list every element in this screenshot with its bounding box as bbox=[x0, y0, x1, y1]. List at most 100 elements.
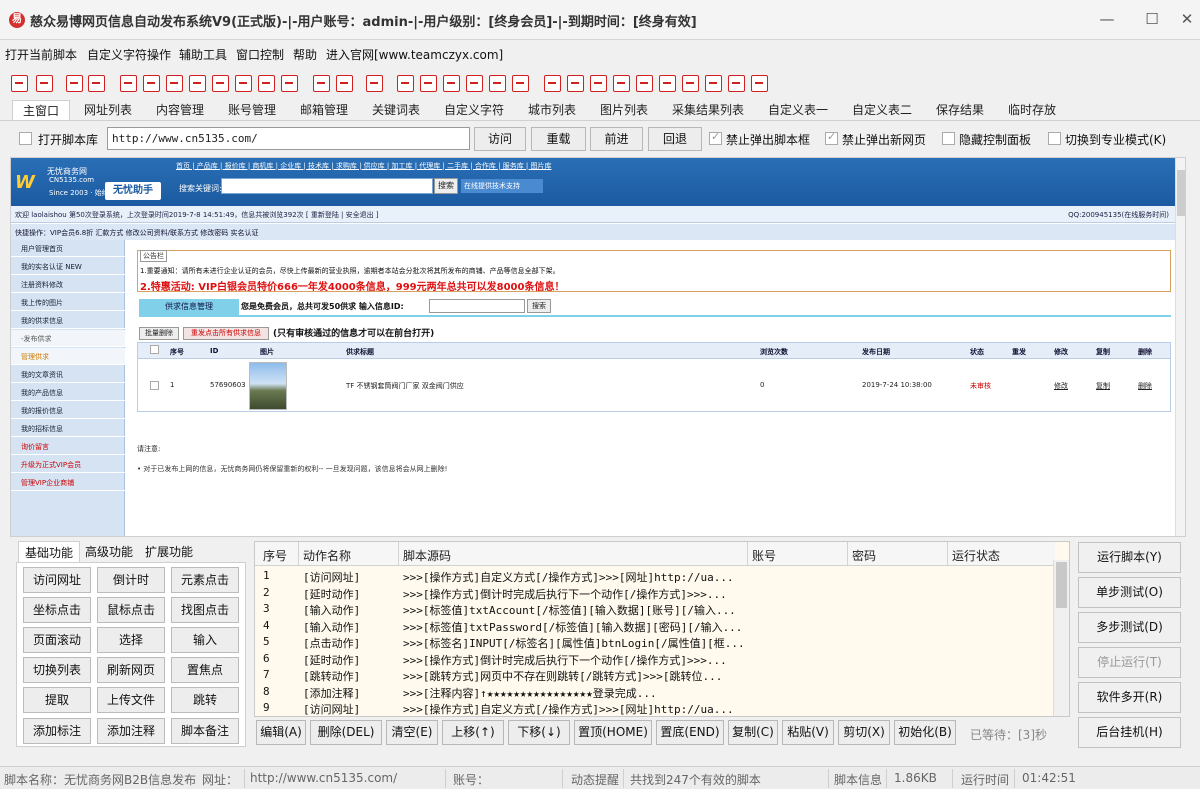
select-button[interactable]: 选择 bbox=[97, 627, 165, 653]
web-nav-links[interactable]: 首页 | 产品库 | 报价库 | 商机库 | 企业库 | 技术库 | 求购库 |… bbox=[176, 161, 552, 171]
document-icon[interactable] bbox=[281, 75, 298, 92]
import-icon[interactable] bbox=[11, 75, 28, 92]
browser-scrollbar[interactable] bbox=[1175, 158, 1185, 536]
extract-button[interactable]: 提取 bbox=[23, 687, 91, 713]
tab-email[interactable]: 邮箱管理 bbox=[290, 100, 358, 120]
maximize-button[interactable]: ☐ bbox=[1137, 8, 1167, 30]
web-row-checkbox[interactable] bbox=[150, 381, 159, 390]
table-icon[interactable] bbox=[212, 75, 229, 92]
columns-icon[interactable] bbox=[613, 75, 630, 92]
countdown-button[interactable]: 倒计时 bbox=[97, 567, 165, 593]
tab-basic-functions[interactable]: 基础功能 bbox=[18, 541, 80, 563]
grid-icon[interactable] bbox=[66, 75, 83, 92]
link-icon[interactable] bbox=[705, 75, 722, 92]
reload-button[interactable]: 重载 bbox=[531, 127, 586, 151]
image-icon[interactable] bbox=[336, 75, 353, 92]
trash-icon[interactable] bbox=[189, 75, 206, 92]
set-focus-button[interactable]: 置焦点 bbox=[171, 657, 239, 683]
switch-list-button[interactable]: 切换列表 bbox=[23, 657, 91, 683]
menu-help[interactable]: 帮助 bbox=[293, 46, 317, 63]
web-side-item[interactable]: 我的报价信息 bbox=[11, 402, 125, 419]
web-side-item[interactable]: 我上传的图片 bbox=[11, 294, 125, 311]
add-tag-button[interactable]: 添加标注 bbox=[23, 718, 91, 744]
settings-icon[interactable] bbox=[682, 75, 699, 92]
upload-icon[interactable] bbox=[143, 75, 160, 92]
web-side-item[interactable]: 管理VIP企业商铺 bbox=[11, 474, 125, 491]
mouse-click-button[interactable]: 鼠标点击 bbox=[97, 597, 165, 623]
tab-temp[interactable]: 临时存放 bbox=[998, 100, 1066, 120]
run-script-button[interactable]: 运行脚本(Y) bbox=[1078, 542, 1181, 573]
jump-button[interactable]: 跳转 bbox=[171, 687, 239, 713]
chart-icon[interactable] bbox=[313, 75, 330, 92]
picture-icon[interactable] bbox=[512, 75, 529, 92]
data-icon[interactable] bbox=[659, 75, 676, 92]
tab-custom-table1[interactable]: 自定义表一 bbox=[758, 100, 838, 120]
script-note-button[interactable]: 脚本备注 bbox=[171, 718, 239, 744]
web-search-button[interactable]: 搜索 bbox=[434, 178, 458, 194]
layout-icon[interactable] bbox=[590, 75, 607, 92]
input-button[interactable]: 输入 bbox=[171, 627, 239, 653]
image-click-button[interactable]: 找图点击 bbox=[171, 597, 239, 623]
grid2-icon[interactable] bbox=[366, 75, 383, 92]
mail-icon[interactable] bbox=[420, 75, 437, 92]
web-info-id-input[interactable] bbox=[429, 299, 525, 313]
multi-open-button[interactable]: 软件多开(R) bbox=[1078, 682, 1181, 713]
copy-button[interactable]: 复制(C) bbox=[728, 720, 778, 745]
web-resubmit-button[interactable]: 重发点击所有供求信息 bbox=[183, 327, 269, 340]
grid-row[interactable]: 8 [添加注释] >>>[注释内容]↑★★★★★★★★★★★★★★★★登录完成... bbox=[255, 684, 1055, 701]
tab-advanced-functions[interactable]: 高级功能 bbox=[80, 541, 138, 563]
web-side-item[interactable]: -发布供求 bbox=[11, 330, 125, 347]
tab-content[interactable]: 内容管理 bbox=[146, 100, 214, 120]
copy-icon[interactable] bbox=[466, 75, 483, 92]
calendar-icon[interactable] bbox=[397, 75, 414, 92]
menu-website[interactable]: 进入官网[www.teamczyx.com] bbox=[326, 46, 503, 63]
close-button[interactable]: ✕ bbox=[1172, 8, 1200, 30]
web-edit-link[interactable]: 修改 bbox=[1054, 381, 1068, 391]
tab-collect-results[interactable]: 采集结果列表 bbox=[662, 100, 754, 120]
grid-row[interactable]: 9 [访问网址] >>>[操作方式]自定义方式[/操作方式]>>>[网址]http:… bbox=[255, 700, 1055, 717]
refresh-page-button[interactable]: 刷新网页 bbox=[97, 657, 165, 683]
move-bottom-button[interactable]: 置底(END) bbox=[656, 720, 724, 745]
grid-row[interactable]: 6 [延时动作] >>>[操作方式]倒计时完成后执行下一个动作[/操作方式]>>>.… bbox=[255, 651, 1055, 668]
element-click-button[interactable]: 元素点击 bbox=[171, 567, 239, 593]
block-new-page-checkbox[interactable] bbox=[825, 130, 838, 145]
clear-button[interactable]: 清空(E) bbox=[386, 720, 438, 745]
tab-images[interactable]: 图片列表 bbox=[590, 100, 658, 120]
page-scroll-button[interactable]: 页面滚动 bbox=[23, 627, 91, 653]
city-icon[interactable] bbox=[489, 75, 506, 92]
coordinate-click-button[interactable]: 坐标点击 bbox=[23, 597, 91, 623]
pro-mode-checkbox[interactable] bbox=[1048, 132, 1061, 145]
multi-step-test-button[interactable]: 多步测试(D) bbox=[1078, 612, 1181, 643]
web-side-item[interactable]: 注册资料修改 bbox=[11, 276, 125, 293]
move-down-button[interactable]: 下移(↓) bbox=[508, 720, 570, 745]
script-action-grid[interactable]: 序号 动作名称 脚本源码 账号 密码 运行状态 1 [访问网址] >>>[操作方式]… bbox=[254, 541, 1070, 717]
browser-view[interactable]: W 无忧商务网 CN5135.com Since 2003 · 始终于2009年… bbox=[10, 157, 1186, 537]
close-box-icon[interactable] bbox=[166, 75, 183, 92]
upload-file-button[interactable]: 上传文件 bbox=[97, 687, 165, 713]
block-script-popup-checkbox[interactable] bbox=[709, 130, 722, 145]
web-side-item[interactable]: 我的招标信息 bbox=[11, 420, 125, 437]
keyword-icon[interactable] bbox=[443, 75, 460, 92]
move-top-button[interactable]: 置顶(HOME) bbox=[574, 720, 652, 745]
web-product-thumbnail[interactable] bbox=[249, 362, 287, 410]
add-comment-button[interactable]: 添加注释 bbox=[97, 718, 165, 744]
grid-scrollbar-thumb[interactable] bbox=[1056, 562, 1067, 608]
grid-row[interactable]: 4 [输入动作] >>>[标签值]txtPassword[/标签值][输入数据][密… bbox=[255, 618, 1055, 635]
url-input[interactable]: http://www.cn5135.com/ bbox=[107, 127, 470, 150]
visit-button[interactable]: 访问 bbox=[474, 127, 526, 151]
visit-url-button[interactable]: 访问网址 bbox=[23, 567, 91, 593]
web-delete-link[interactable]: 删除 bbox=[1138, 381, 1152, 391]
back-button[interactable]: 回退 bbox=[648, 127, 702, 151]
cut-button[interactable]: 剪切(X) bbox=[838, 720, 890, 745]
menu-custom-chars[interactable]: 自定义字符操作 bbox=[87, 46, 171, 63]
web-side-item[interactable]: 我的供求信息 bbox=[11, 312, 125, 329]
web-td-title[interactable]: TF 不锈钢套筒阀门厂家 双金阀门供应 bbox=[346, 381, 464, 391]
tab-cities[interactable]: 城市列表 bbox=[518, 100, 586, 120]
web-bulk-delete-button[interactable]: 批量删除 bbox=[139, 327, 179, 340]
paste-button[interactable]: 粘贴(V) bbox=[782, 720, 834, 745]
web-side-item[interactable]: 我的文章资讯 bbox=[11, 366, 125, 383]
browser-scrollbar-thumb[interactable] bbox=[1177, 170, 1185, 216]
panel-icon[interactable] bbox=[636, 75, 653, 92]
web-side-item[interactable]: 我的实名认证 NEW bbox=[11, 258, 125, 275]
web-info-search-button[interactable]: 搜索 bbox=[527, 299, 551, 313]
